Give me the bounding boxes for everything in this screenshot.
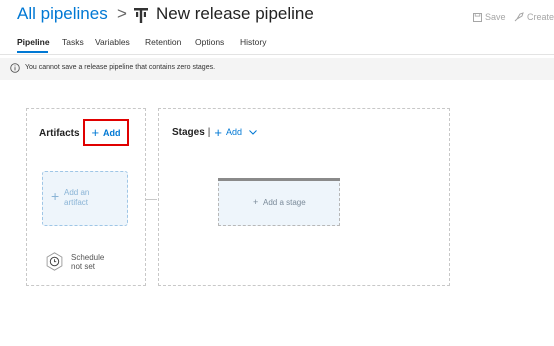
chevron-down-icon	[249, 129, 257, 135]
release-pipeline-icon	[134, 8, 148, 24]
add-artifact-card-label: Add an artifact	[64, 188, 124, 208]
info-message-text: You cannot save a release pipeline that …	[25, 64, 216, 71]
add-artifact-card-line1: Add an	[64, 188, 90, 197]
rocket-icon	[514, 12, 524, 22]
artifacts-heading: Artifacts	[39, 128, 80, 139]
schedule-trigger[interactable]: Schedule not set	[45, 250, 135, 276]
stages-panel: Stages | + Add + Add a stage	[158, 108, 450, 286]
tab-variables[interactable]: Variables	[95, 37, 130, 47]
stages-header: Stages | + Add	[172, 125, 257, 139]
add-stage-card-label: Add a stage	[263, 198, 306, 207]
tab-pipeline[interactable]: Pipeline	[17, 37, 50, 47]
add-artifact-button[interactable]: + Add	[83, 119, 129, 146]
save-button[interactable]: Save	[473, 12, 506, 22]
tab-bar-divider	[0, 54, 554, 55]
add-stage-label: Add	[226, 127, 243, 137]
page-header: All pipelines > New release pipeline Sav…	[0, 0, 554, 34]
plus-icon: +	[51, 188, 60, 204]
add-stage-button[interactable]: + Add	[214, 126, 257, 139]
plus-icon: +	[214, 124, 222, 140]
schedule-line1: Schedule	[71, 253, 105, 262]
clock-icon	[46, 252, 63, 271]
add-artifact-card[interactable]: + Add an artifact	[42, 171, 128, 226]
artifacts-panel: Artifacts + Add + Add an artifact Schedu…	[26, 108, 146, 286]
stages-divider: |	[207, 126, 211, 138]
stages-heading: Stages	[172, 126, 205, 138]
tab-tasks[interactable]: Tasks	[62, 37, 84, 47]
create-release-button[interactable]: Create rel	[514, 12, 554, 22]
info-icon	[10, 63, 20, 73]
page-title: New release pipeline	[156, 4, 314, 23]
schedule-line2: not set	[71, 262, 96, 271]
tab-bar: Pipeline Tasks Variables Retention Optio…	[0, 36, 554, 54]
plus-icon: +	[253, 197, 259, 207]
create-label: Create rel	[527, 12, 554, 22]
tab-history[interactable]: History	[240, 37, 266, 47]
add-stage-card[interactable]: + Add a stage	[218, 178, 340, 226]
tab-options[interactable]: Options	[195, 37, 224, 47]
active-tab-indicator	[17, 51, 48, 53]
add-artifact-label: Add	[103, 127, 121, 138]
stage-card-top-border	[218, 178, 340, 181]
breadcrumb-separator: >	[117, 4, 127, 23]
artifact-stage-connector	[145, 199, 157, 200]
schedule-label: Schedule not set	[71, 253, 131, 271]
plus-icon: +	[91, 125, 100, 140]
save-icon	[473, 12, 482, 22]
breadcrumb-all-pipelines[interactable]: All pipelines	[17, 4, 108, 24]
info-message-bar: You cannot save a release pipeline that …	[0, 58, 554, 80]
save-label: Save	[485, 12, 506, 22]
add-artifact-card-line2: artifact	[64, 198, 89, 207]
tab-retention[interactable]: Retention	[145, 37, 181, 47]
